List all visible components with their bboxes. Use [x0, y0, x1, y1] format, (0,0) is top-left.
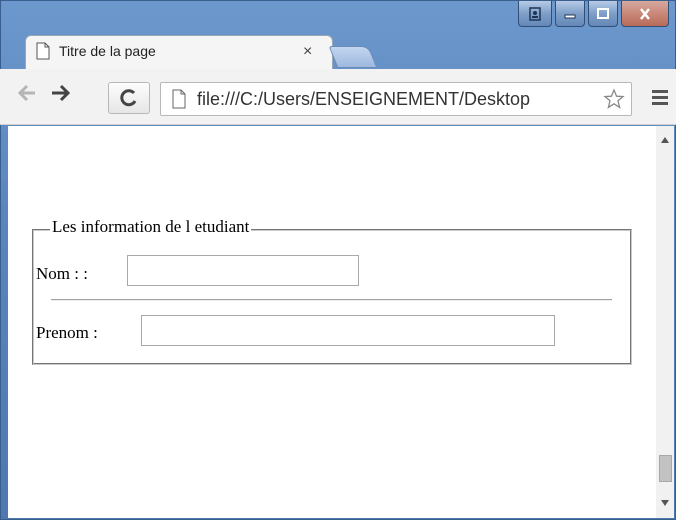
window-controls — [518, 1, 669, 29]
close-window-button[interactable] — [621, 1, 669, 27]
scroll-up-arrow-icon[interactable] — [661, 137, 669, 143]
new-tab-button[interactable] — [328, 46, 378, 68]
fieldset-legend: Les information de l etudiant — [50, 217, 252, 237]
scrollbar-thumb[interactable] — [659, 455, 672, 482]
reload-button[interactable] — [108, 82, 150, 114]
chrome-menu-icon[interactable] — [652, 90, 668, 108]
address-bar[interactable]: file:///C:/Users/ENSEIGNEMENT/Desktop — [160, 82, 632, 116]
maximize-icon — [597, 7, 609, 19]
nom-label: Nom : : — [36, 264, 88, 283]
minimize-button[interactable] — [555, 1, 585, 27]
nom-input[interactable] — [127, 255, 359, 286]
reload-icon — [120, 89, 137, 107]
maximize-button[interactable] — [588, 1, 618, 27]
minimize-icon — [564, 14, 576, 18]
bookmark-star-icon[interactable] — [603, 88, 625, 110]
prenom-input[interactable] — [141, 315, 555, 346]
forward-arrow-icon[interactable] — [50, 82, 72, 104]
tab-close-button[interactable]: × — [303, 44, 312, 60]
scroll-down-arrow-icon[interactable] — [661, 500, 669, 506]
page-icon — [36, 42, 50, 60]
horizontal-divider — [51, 299, 612, 301]
tab-title: Titre de la page — [59, 43, 156, 59]
url-text[interactable]: file:///C:/Users/ENSEIGNEMENT/Desktop — [197, 89, 601, 110]
user-profile-button[interactable] — [518, 1, 552, 27]
page-icon — [172, 89, 186, 109]
back-arrow-icon[interactable] — [17, 83, 37, 103]
user-icon — [529, 6, 541, 21]
prenom-label: Prenom : — [36, 323, 98, 342]
close-icon — [640, 7, 650, 20]
